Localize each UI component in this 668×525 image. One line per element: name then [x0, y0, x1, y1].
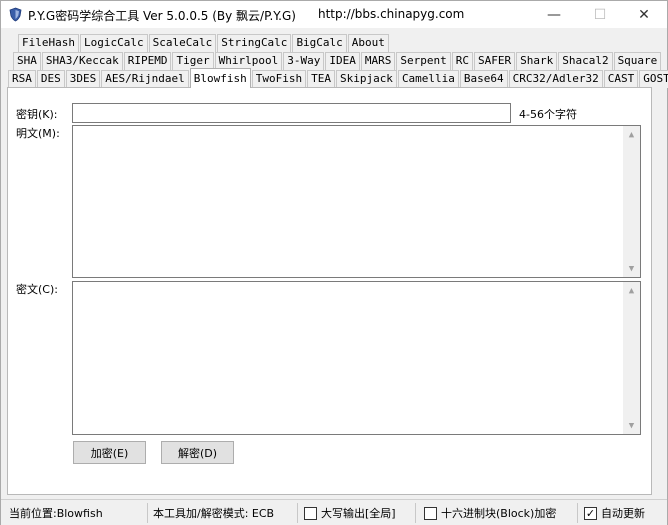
- key-label: 密钥(K):: [16, 108, 58, 121]
- tab-sha3-keccak[interactable]: SHA3/Keccak: [41, 52, 123, 70]
- tab-serpent[interactable]: Serpent: [396, 52, 451, 70]
- chevron-down-icon[interactable]: ▼: [623, 260, 640, 277]
- tab-rc[interactable]: RC: [451, 52, 473, 70]
- chevron-up-icon[interactable]: ▲: [623, 126, 640, 143]
- tab-3des[interactable]: 3DES: [65, 70, 101, 88]
- tab-skipjack[interactable]: Skipjack: [335, 70, 397, 88]
- tab-aes-rijndael[interactable]: AES/Rijndael: [101, 70, 189, 88]
- tab-sha[interactable]: SHA: [13, 52, 41, 70]
- tab-crc32-adler32[interactable]: CRC32/Adler32: [508, 70, 603, 88]
- tab-shark[interactable]: Shark: [516, 52, 558, 70]
- shield-icon: [9, 7, 22, 22]
- uppercase-output-label: 大写输出[全局]: [321, 507, 396, 520]
- encrypt-button[interactable]: 加密(E): [73, 441, 146, 464]
- tab-row-tools: FileHash LogicCalc ScaleCalc StringCalc BigC…: [18, 34, 390, 52]
- auto-update-label: 自动更新: [601, 507, 645, 520]
- tab-row-ciphers: RSA DES 3DES AES/Rijndael Blowfish TwoFish TEA…: [8, 68, 668, 88]
- tab-scalecalc[interactable]: ScaleCalc: [148, 34, 217, 52]
- tab-twofish[interactable]: TwoFish: [251, 70, 307, 88]
- status-divider: [577, 503, 578, 523]
- tab-gost[interactable]: GOST: [639, 70, 668, 88]
- plaintext-area: ▲ ▼: [72, 125, 641, 278]
- tab-cast[interactable]: CAST: [603, 70, 639, 88]
- key-hint: 4-56个字符: [519, 108, 577, 121]
- status-position: 当前位置:Blowfish: [9, 507, 103, 520]
- tab-3-way[interactable]: 3-Way: [283, 52, 325, 70]
- ciphertext-scrollbar[interactable]: ▲ ▼: [623, 282, 640, 434]
- key-input[interactable]: [72, 103, 511, 123]
- tab-mars[interactable]: MARS: [360, 52, 396, 70]
- tab-safer[interactable]: SAFER: [473, 52, 516, 70]
- chevron-down-icon[interactable]: ▼: [623, 417, 640, 434]
- checkbox-icon[interactable]: [304, 506, 317, 520]
- tab-row-hash: SHA SHA3/Keccak RIPEMD Tiger Whirlpool 3-Way I…: [13, 52, 662, 70]
- maximize-button[interactable]: ☐: [577, 1, 623, 28]
- status-divider: [297, 503, 298, 523]
- main-window: P.Y.G密码学综合工具 Ver 5.0.0.5 (By 飘云/P.Y.G) h…: [0, 0, 668, 525]
- tab-shacal2[interactable]: Shacal2: [558, 52, 613, 70]
- status-bar: 当前位置:Blowfish 本工具加/解密模式: ECB 大写输出[全局] 十六…: [1, 499, 667, 525]
- plaintext-scrollbar[interactable]: ▲ ▼: [623, 126, 640, 277]
- tab-square[interactable]: Square: [613, 52, 662, 70]
- tab-logiccalc[interactable]: LogicCalc: [79, 34, 148, 52]
- minimize-button[interactable]: —: [531, 1, 577, 28]
- title-bar[interactable]: P.Y.G密码学综合工具 Ver 5.0.0.5 (By 飘云/P.Y.G) h…: [1, 1, 667, 28]
- tab-about[interactable]: About: [347, 34, 389, 52]
- ciphertext-input[interactable]: [73, 282, 624, 434]
- tab-bigcalc[interactable]: BigCalc: [292, 34, 347, 52]
- hex-block-label: 十六进制块(Block)加密: [441, 507, 557, 520]
- check-icon[interactable]: ✓: [584, 506, 597, 520]
- window-url: http://bbs.chinapyg.com: [318, 7, 465, 21]
- plaintext-input[interactable]: [73, 126, 624, 277]
- hex-block-checkbox[interactable]: 十六进制块(Block)加密: [424, 502, 556, 524]
- tab-ripemd[interactable]: RIPEMD: [123, 52, 172, 70]
- status-divider: [147, 503, 148, 523]
- plaintext-label: 明文(M):: [16, 127, 60, 140]
- tab-stringcalc[interactable]: StringCalc: [217, 34, 292, 52]
- tab-idea[interactable]: IDEA: [325, 52, 360, 70]
- tab-camellia[interactable]: Camellia: [397, 70, 459, 88]
- decrypt-button[interactable]: 解密(D): [161, 441, 234, 464]
- tab-filehash[interactable]: FileHash: [18, 34, 79, 52]
- status-mode: 本工具加/解密模式: ECB: [153, 507, 275, 520]
- chevron-up-icon[interactable]: ▲: [623, 282, 640, 299]
- tab-rsa[interactable]: RSA: [8, 70, 36, 88]
- tab-base64[interactable]: Base64: [459, 70, 508, 88]
- window-title: P.Y.G密码学综合工具 Ver 5.0.0.5 (By 飘云/P.Y.G): [28, 9, 296, 23]
- tab-des[interactable]: DES: [36, 70, 65, 88]
- ciphertext-label: 密文(C):: [16, 283, 58, 296]
- tab-tea[interactable]: TEA: [307, 70, 335, 88]
- tab-blowfish[interactable]: Blowfish: [189, 68, 251, 88]
- uppercase-output-checkbox[interactable]: 大写输出[全局]: [304, 502, 396, 524]
- checkbox-icon[interactable]: [424, 506, 437, 520]
- close-button[interactable]: ✕: [621, 1, 667, 28]
- auto-update-checkbox[interactable]: ✓ 自动更新: [584, 502, 645, 524]
- ciphertext-area: ▲ ▼: [72, 281, 641, 435]
- status-divider: [415, 503, 416, 523]
